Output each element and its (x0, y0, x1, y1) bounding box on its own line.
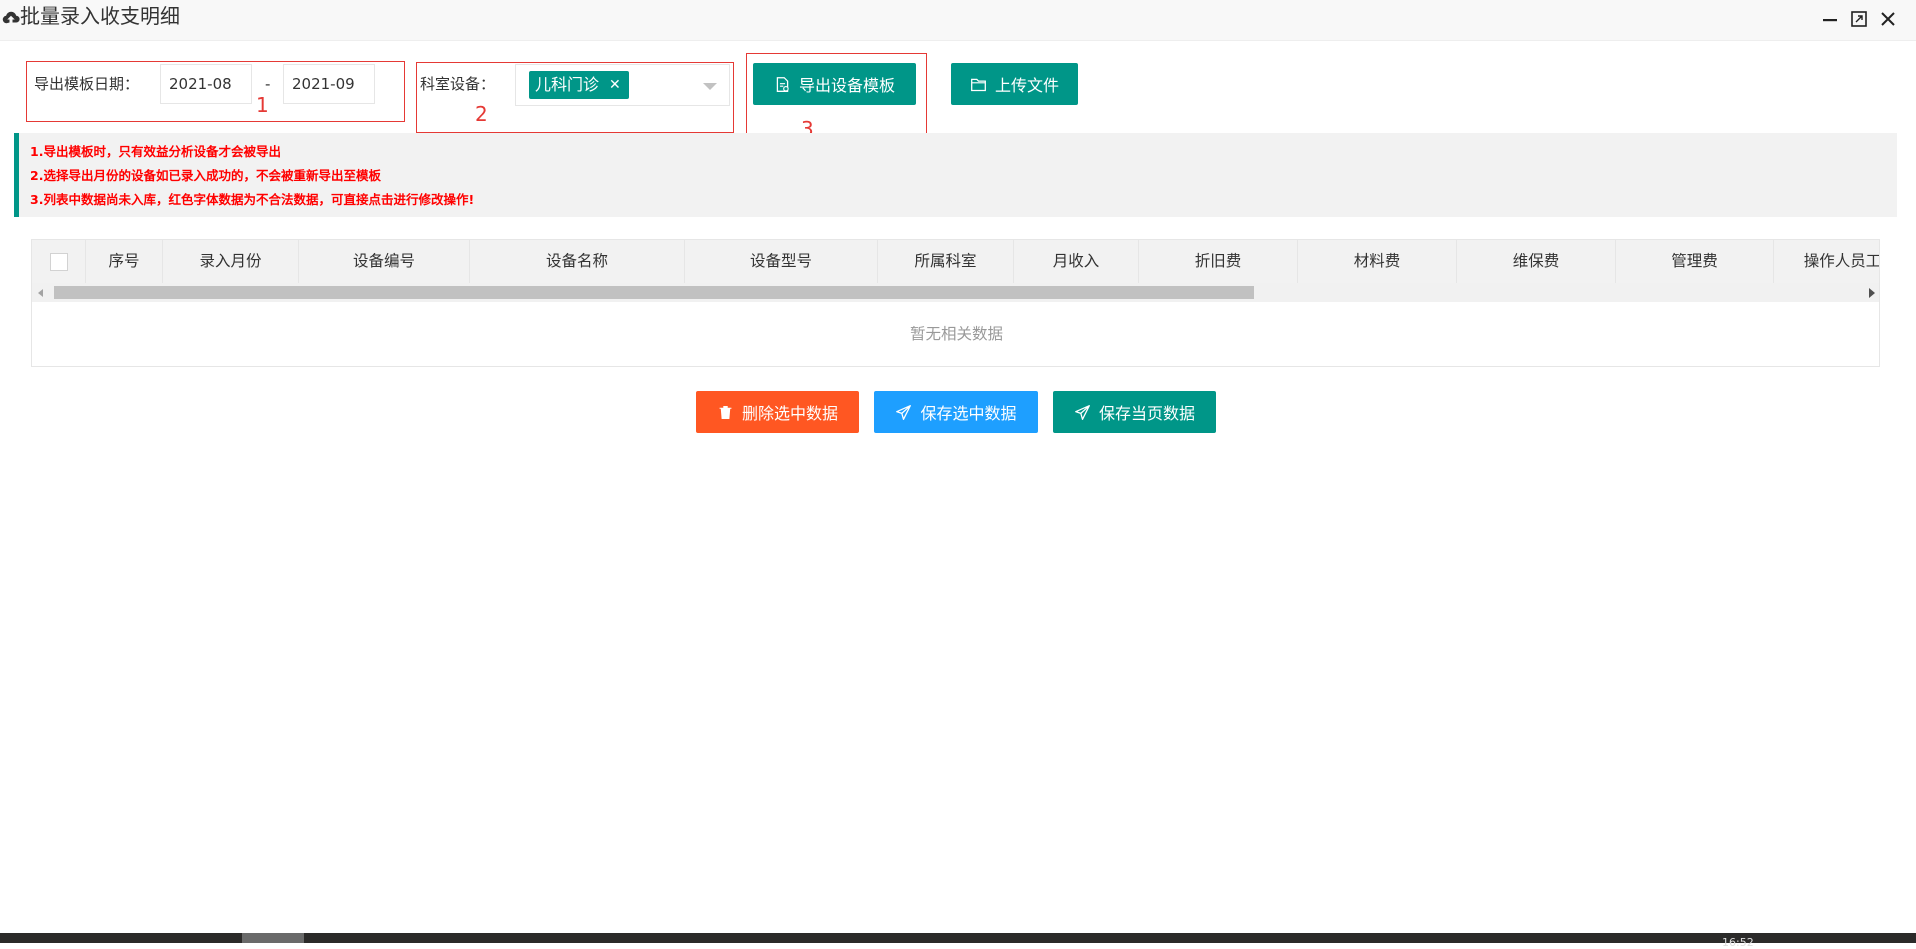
annotation-number-1: 1 (256, 93, 269, 117)
trash-icon (719, 405, 732, 419)
selected-device-tag-label: 儿科门诊 (535, 75, 600, 94)
taskbar-app-tile[interactable] (242, 933, 304, 943)
column-header[interactable]: 序号 (86, 240, 163, 283)
scroll-left-icon[interactable] (38, 289, 43, 297)
column-header[interactable]: 设备名称 (470, 240, 685, 283)
tag-remove-icon[interactable]: ✕ (609, 71, 621, 99)
export-date-label: 导出模板日期： (34, 75, 140, 93)
delete-selected-label: 删除选中数据 (741, 404, 838, 423)
column-header[interactable]: 录入月份 (163, 240, 299, 283)
selected-device-tag: 儿科门诊 ✕ (529, 71, 629, 99)
cloud-upload-icon (2, 11, 20, 24)
column-header[interactable]: 管理费 (1616, 240, 1774, 283)
close-icon[interactable] (1877, 8, 1899, 30)
column-header[interactable]: 维保费 (1457, 240, 1616, 283)
device-select[interactable]: 儿科门诊 ✕ (515, 64, 730, 106)
export-template-label: 导出设备模板 (798, 76, 895, 95)
export-file-icon (776, 76, 789, 92)
maximize-icon[interactable] (1848, 8, 1870, 30)
save-page-button[interactable]: 保存当页数据 (1053, 391, 1216, 433)
export-template-button[interactable]: 导出设备模板 (753, 63, 916, 105)
notice-line-2: 2.选择导出月份的设备如已录入成功的，不会被重新导出至模板 (30, 168, 381, 183)
minimize-icon[interactable] (1819, 8, 1841, 30)
upload-file-label: 上传文件 (994, 76, 1059, 95)
notice-line-1: 1.导出模板时，只有效益分析设备才会被导出 (30, 144, 281, 159)
device-label: 科室设备： (420, 75, 496, 93)
column-header[interactable]: 设备型号 (685, 240, 878, 283)
notice-line-3: 3.列表中数据尚未入库，红色字体数据为不合法数据，可直接点击进行修改操作! (30, 192, 475, 207)
dropdown-caret-icon[interactable] (703, 83, 717, 90)
select-all-checkbox[interactable] (49, 252, 68, 271)
start-date-input[interactable]: 2021-08 (160, 64, 252, 104)
upload-file-button[interactable]: 上传文件 (951, 63, 1078, 105)
window-titlebar: 批量录入收支明细 (0, 0, 1916, 41)
save-selected-button[interactable]: 保存选中数据 (874, 391, 1038, 433)
column-header[interactable]: 材料费 (1298, 240, 1457, 283)
table-empty-text: 暂无相关数据 (909, 325, 1003, 343)
notice-block: 1.导出模板时，只有效益分析设备才会被导出 2.选择导出月份的设备如已录入成功的… (14, 133, 1897, 217)
scroll-right-icon[interactable] (1869, 288, 1875, 298)
scrollbar-thumb[interactable] (54, 286, 1254, 299)
end-date-input[interactable]: 2021-09 (283, 64, 375, 104)
column-header[interactable]: 折旧费 (1139, 240, 1298, 283)
horizontal-scrollbar[interactable] (32, 283, 1879, 302)
column-header[interactable]: 月收入 (1014, 240, 1139, 283)
save-selected-label: 保存选中数据 (920, 404, 1017, 423)
folder-icon (971, 78, 986, 91)
annotation-number-2: 2 (475, 102, 488, 126)
table-header: 序号 录入月份 设备编号 设备名称 设备型号 所属科室 月收入 折旧费 材料费 … (32, 240, 1879, 284)
column-header[interactable]: 操作人员工 (1774, 240, 1879, 283)
select-all-cell[interactable] (32, 240, 86, 283)
delete-selected-button[interactable]: 删除选中数据 (696, 391, 859, 433)
date-separator: - (265, 75, 271, 93)
window-title: 批量录入收支明细 (20, 4, 180, 28)
column-header[interactable]: 设备编号 (299, 240, 470, 283)
send-icon (1075, 404, 1090, 420)
send-icon (896, 404, 912, 420)
column-header[interactable]: 所属科室 (878, 240, 1014, 283)
data-table: 序号 录入月份 设备编号 设备名称 设备型号 所属科室 月收入 折旧费 材料费 … (31, 239, 1880, 367)
save-page-label: 保存当页数据 (1098, 404, 1195, 423)
